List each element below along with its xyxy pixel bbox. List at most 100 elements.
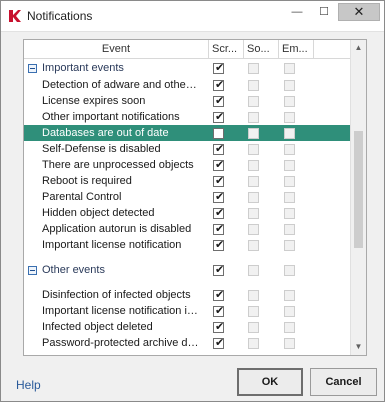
close-button[interactable]: ✕ (338, 3, 380, 21)
screen-checkbox[interactable]: ✔ (213, 263, 224, 276)
table-row[interactable]: Detection of adware and other s... ✔ (24, 77, 350, 93)
screen-checkbox[interactable]: ✔ (213, 206, 224, 219)
checkmark-icon: ✔ (215, 109, 225, 123)
email-checkbox (284, 111, 295, 123)
event-label: Self-Defense is disabled (42, 143, 161, 155)
screen-checkbox[interactable]: ✔ (213, 158, 224, 171)
event-label: Disinfection of infected objects (42, 289, 191, 301)
maximize-button[interactable]: ☐ (311, 3, 337, 21)
table-row[interactable]: Password-protected archive det... ✔ (24, 335, 350, 351)
table-row[interactable]: There are unprocessed objects ✔ (24, 157, 350, 173)
group-row[interactable]: Important events ✔ (24, 59, 350, 77)
screen-checkbox[interactable]: ✔ (213, 173, 225, 187)
checkmark-icon: ✔ (215, 60, 225, 74)
group-row[interactable]: Other events ✔ (24, 261, 350, 279)
email-checkbox (284, 337, 295, 349)
app-logo-icon (9, 10, 21, 22)
ok-button[interactable]: OK (237, 368, 303, 396)
checkmark-icon: ✔ (215, 93, 225, 107)
column-header-email[interactable]: Em... (279, 40, 314, 58)
email-checkbox (284, 223, 295, 235)
screen-checkbox[interactable]: ✔ (213, 303, 225, 317)
screen-checkbox[interactable]: ✔ (213, 287, 225, 301)
vertical-scrollbar[interactable]: ▲ ▼ (350, 40, 366, 355)
scrollbar-thumb[interactable] (354, 130, 363, 248)
screen-checkbox[interactable]: ✔ (213, 109, 225, 123)
screen-checkbox[interactable]: ✔ (213, 237, 225, 251)
screen-checkbox[interactable]: ✔ (213, 189, 225, 203)
scroll-up-icon[interactable]: ▲ (351, 40, 366, 56)
event-label: There are unprocessed objects (42, 159, 194, 171)
screen-checkbox[interactable]: ✔ (213, 60, 225, 74)
table-row[interactable]: Disinfection of infected objects ✔ (24, 287, 350, 303)
sound-checkbox (248, 321, 259, 333)
email-checkbox (284, 127, 295, 139)
screen-checkbox[interactable] (213, 127, 224, 139)
email-checkbox (284, 191, 295, 203)
event-label: Infected object deleted (42, 321, 153, 333)
table-row[interactable]: License expires soon ✔ (24, 93, 350, 109)
table-row[interactable]: Important license notification is ... ✔ (24, 303, 350, 319)
email-checkbox (284, 207, 295, 219)
table-row[interactable]: Reboot is required ✔ (24, 173, 350, 189)
table-row[interactable]: Self-Defense is disabled ✔ (24, 141, 350, 157)
cancel-button[interactable]: Cancel (310, 368, 377, 396)
checkmark-icon: ✔ (215, 189, 225, 203)
sound-checkbox (248, 79, 259, 91)
email-checkbox (284, 95, 295, 107)
email-checkbox (284, 264, 295, 276)
event-label: Parental Control (42, 191, 122, 203)
collapse-icon[interactable] (28, 63, 37, 73)
column-header-event[interactable]: Event (24, 40, 209, 58)
events-table: Event Scr... So... Em... Important event… (23, 39, 367, 356)
checkmark-icon: ✔ (215, 303, 225, 317)
collapse-icon[interactable] (28, 265, 37, 275)
email-checkbox (284, 305, 295, 317)
email-checkbox (284, 175, 295, 187)
column-header-screen[interactable]: Scr... (209, 40, 244, 58)
email-checkbox (284, 79, 295, 91)
sound-checkbox (248, 95, 259, 107)
sound-checkbox (248, 305, 259, 317)
column-header-sound[interactable]: So... (244, 40, 279, 58)
event-label: Application autorun is disabled (42, 223, 192, 235)
email-checkbox (284, 159, 295, 171)
screen-checkbox[interactable]: ✔ (213, 222, 224, 235)
sound-checkbox (248, 175, 259, 187)
sound-checkbox (248, 207, 259, 219)
email-checkbox (284, 62, 295, 74)
screen-checkbox[interactable]: ✔ (213, 336, 224, 349)
table-row[interactable]: Parental Control ✔ (24, 189, 350, 205)
table-row[interactable]: Databases are out of date (24, 125, 350, 141)
screen-checkbox[interactable]: ✔ (213, 320, 224, 333)
table-row[interactable]: Application autorun is disabled ✔ (24, 221, 350, 237)
sound-checkbox (248, 191, 259, 203)
screen-checkbox[interactable]: ✔ (213, 77, 225, 91)
sound-checkbox (248, 337, 259, 349)
sound-checkbox (248, 159, 259, 171)
table-header: Event Scr... So... Em... (24, 40, 350, 59)
table-row[interactable]: Important license notification ✔ (24, 237, 350, 253)
table-row[interactable]: Infected object deleted ✔ (24, 319, 350, 335)
sound-checkbox (248, 62, 259, 74)
email-checkbox (284, 143, 295, 155)
help-link[interactable]: Help (16, 378, 41, 392)
title-bar[interactable]: Notifications — ☐ ✕ (1, 1, 384, 32)
checkmark-icon: ✔ (215, 237, 225, 251)
screen-checkbox[interactable]: ✔ (213, 141, 225, 155)
email-checkbox (284, 289, 295, 301)
event-label: Important license notification is ... (42, 305, 199, 317)
checkmark-icon: ✔ (215, 287, 225, 301)
event-label: Hidden object detected (42, 207, 155, 219)
sound-checkbox (248, 127, 259, 139)
checkmark-icon: ✔ (215, 77, 225, 91)
scroll-down-icon[interactable]: ▼ (351, 339, 366, 355)
checkmark-icon: ✔ (215, 173, 225, 187)
table-row[interactable]: Other important notifications ✔ (24, 109, 350, 125)
table-row[interactable]: Hidden object detected ✔ (24, 205, 350, 221)
minimize-button[interactable]: — (284, 3, 310, 21)
event-label: Detection of adware and other s... (42, 79, 199, 91)
event-label: Important license notification (42, 239, 182, 251)
screen-checkbox[interactable]: ✔ (213, 93, 225, 107)
checkmark-icon: ✔ (215, 141, 225, 155)
